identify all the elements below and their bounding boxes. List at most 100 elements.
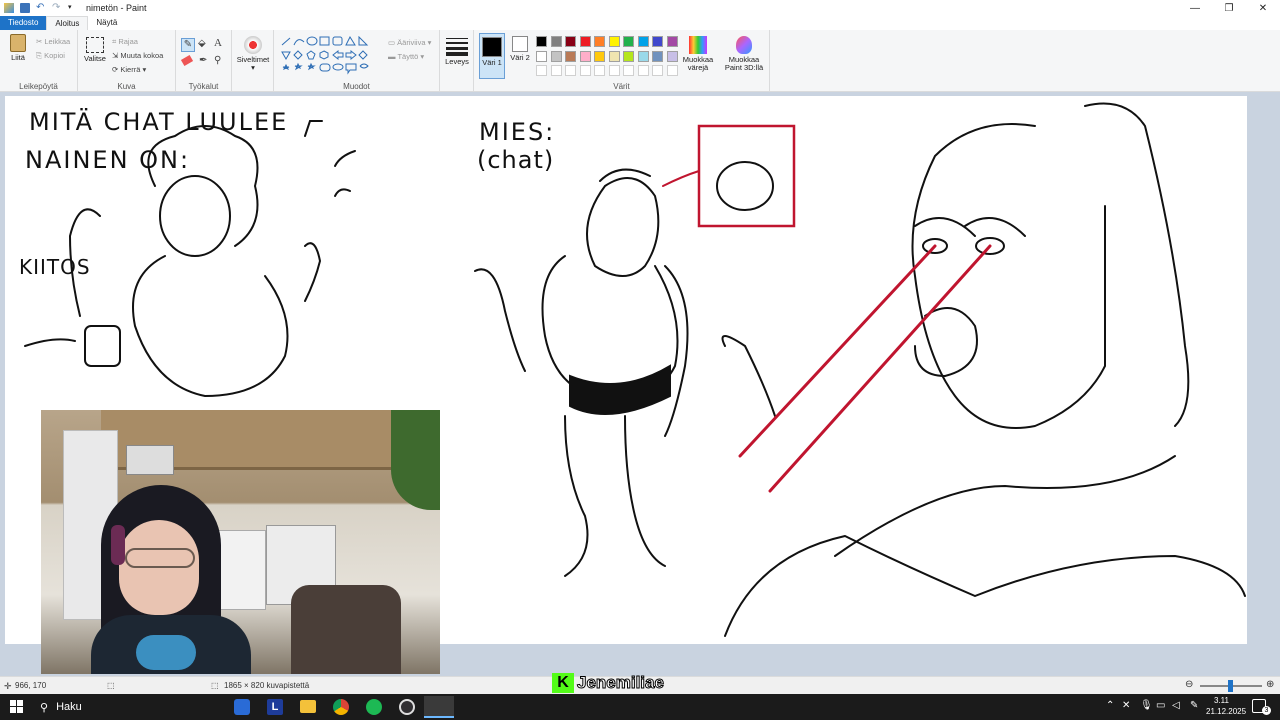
clipboard-icon bbox=[10, 34, 26, 52]
colors-group-label: Värit bbox=[613, 82, 630, 91]
fill-button[interactable]: ▬ Täyttö ▾ bbox=[388, 52, 424, 61]
taskbar: ⚲ Haku L ⌃ ✕ 🎙 ▭ ◁ ✎ 3.11 21.12.2025 3 bbox=[0, 694, 1280, 720]
taskbar-app-widget-icon[interactable] bbox=[234, 699, 250, 715]
zoom-in-button[interactable]: ⊕ bbox=[1266, 679, 1274, 690]
chair bbox=[291, 585, 401, 674]
color2-label: Väri 2 bbox=[510, 53, 530, 62]
color1-button[interactable]: Väri 1 bbox=[479, 33, 505, 79]
tray-pen-icon[interactable]: ✎ bbox=[1190, 700, 1198, 711]
palette-swatch[interactable] bbox=[652, 50, 663, 62]
image-group-label: Kuva bbox=[117, 82, 136, 91]
undo-icon[interactable]: ↶ bbox=[36, 3, 46, 13]
copy-label: Kopioi bbox=[44, 51, 65, 60]
minimize-button[interactable]: — bbox=[1178, 0, 1212, 16]
palette-swatch[interactable] bbox=[623, 36, 634, 47]
crop-button[interactable]: ⌗ Rajaa bbox=[112, 37, 138, 47]
palette-swatch-empty[interactable] bbox=[565, 65, 576, 76]
search-placeholder: Haku bbox=[56, 701, 82, 713]
tab-home[interactable]: Aloitus bbox=[46, 16, 89, 30]
fill-icon[interactable]: ⬙ bbox=[198, 38, 206, 49]
paste-button[interactable]: Liitä bbox=[6, 34, 30, 62]
tray-network-icon[interactable]: ✕ bbox=[1122, 700, 1130, 711]
palette-swatch[interactable] bbox=[594, 50, 605, 62]
rotate-button[interactable]: ⟳ Kierrä ▾ bbox=[112, 65, 146, 74]
palette-swatch[interactable] bbox=[666, 50, 678, 62]
redo-icon[interactable]: ↷ bbox=[52, 3, 62, 13]
tray-volume-icon[interactable]: ◁ bbox=[1172, 700, 1180, 711]
close-button[interactable]: ✕ bbox=[1246, 0, 1280, 16]
pencil-icon[interactable]: ✎ bbox=[181, 38, 195, 52]
tray-battery-icon[interactable]: ▭ bbox=[1156, 700, 1165, 711]
zoom-slider-thumb[interactable] bbox=[1228, 680, 1233, 692]
palette-swatch-empty[interactable] bbox=[608, 65, 620, 76]
laser-beam-left bbox=[738, 244, 937, 458]
tray-chevron-icon[interactable]: ⌃ bbox=[1106, 700, 1114, 711]
maximize-button[interactable]: ❐ bbox=[1212, 0, 1246, 16]
color2-button[interactable]: Väri 2 bbox=[508, 36, 532, 62]
palette-swatch-empty[interactable] bbox=[579, 65, 591, 76]
palette-swatch[interactable] bbox=[637, 50, 649, 62]
taskbar-chrome-icon[interactable] bbox=[333, 699, 349, 715]
tab-file[interactable]: Tiedosto bbox=[0, 16, 47, 30]
customize-dropdown-icon[interactable]: ▾ bbox=[68, 3, 78, 13]
headset-icon bbox=[111, 525, 125, 565]
magnifier-icon[interactable]: ⚲ bbox=[214, 55, 221, 66]
tools-group-label: Työkalut bbox=[188, 82, 219, 91]
tab-view[interactable]: Näytä bbox=[88, 16, 125, 30]
palette-swatch-empty[interactable] bbox=[536, 65, 547, 76]
palette-swatch[interactable] bbox=[565, 36, 576, 47]
palette-swatch-empty[interactable] bbox=[637, 65, 649, 76]
palette-swatch-empty[interactable] bbox=[594, 65, 605, 76]
paint3d-icon bbox=[736, 36, 752, 54]
edit-colors-button[interactable]: Muokkaa värejä bbox=[680, 36, 716, 72]
taskbar-paint-icon[interactable] bbox=[424, 696, 454, 718]
resize-button[interactable]: ⇲ Muuta kokoa bbox=[112, 51, 163, 60]
zoom-out-button[interactable]: ⊖ bbox=[1185, 679, 1193, 690]
taskbar-file-explorer-icon[interactable] bbox=[300, 700, 316, 713]
palette-swatch[interactable] bbox=[623, 50, 634, 62]
line-width-icon bbox=[446, 38, 468, 56]
clock-date[interactable]: 21.12.2025 bbox=[1206, 707, 1246, 716]
clock-time[interactable]: 3.11 bbox=[1214, 696, 1229, 705]
brushes-button[interactable]: Siveltimet ▾ bbox=[234, 36, 272, 72]
taskbar-spotify-icon[interactable] bbox=[366, 699, 382, 715]
outline-button[interactable]: ▭ Ääriviiva ▾ bbox=[388, 38, 431, 47]
select-button[interactable]: Valitse bbox=[83, 37, 107, 63]
taskbar-app-l-icon[interactable]: L bbox=[267, 699, 283, 715]
palette-swatch[interactable] bbox=[550, 50, 562, 62]
taskbar-search[interactable]: ⚲ Haku bbox=[32, 696, 224, 718]
palette-swatch[interactable] bbox=[536, 50, 547, 62]
color-picker-icon[interactable]: ✒ bbox=[199, 55, 207, 66]
palette-swatch-empty[interactable] bbox=[550, 65, 562, 76]
text-icon[interactable]: A bbox=[214, 37, 222, 49]
size-button[interactable]: Leveys bbox=[444, 38, 470, 66]
taskbar-obs-icon[interactable] bbox=[399, 699, 415, 715]
cut-button[interactable]: ✂ Leikkaa bbox=[36, 37, 70, 46]
palette-swatch-empty[interactable] bbox=[666, 65, 678, 76]
paint3d-button[interactable]: Muokkaa Paint 3D:llä bbox=[722, 36, 766, 72]
drawing-text-chat: (chat) bbox=[477, 146, 554, 174]
save-icon[interactable] bbox=[20, 3, 30, 13]
copy-button[interactable]: ⎘ Kopioi bbox=[36, 51, 65, 61]
palette-swatch[interactable] bbox=[565, 50, 576, 62]
tray-microphone-icon[interactable]: 🎙 bbox=[1140, 700, 1153, 711]
palette-swatch-empty[interactable] bbox=[623, 65, 634, 76]
palette-swatch[interactable] bbox=[550, 36, 562, 47]
palette-swatch[interactable] bbox=[594, 36, 605, 47]
start-button[interactable] bbox=[10, 700, 23, 713]
palette-swatch[interactable] bbox=[579, 50, 591, 62]
shapes-gallery[interactable] bbox=[280, 36, 384, 78]
thought-bubble-face bbox=[716, 161, 774, 211]
palette-swatch[interactable] bbox=[608, 36, 620, 47]
palette-swatch[interactable] bbox=[637, 36, 649, 47]
laser-beam-right bbox=[768, 244, 992, 493]
palette-swatch[interactable] bbox=[579, 36, 591, 47]
palette-swatch[interactable] bbox=[652, 36, 663, 47]
palette-swatch[interactable] bbox=[536, 36, 547, 47]
drawing-text-woman: NAINEN ON: bbox=[25, 146, 190, 174]
palette-swatch-empty[interactable] bbox=[652, 65, 663, 76]
palette-swatch[interactable] bbox=[608, 50, 620, 62]
eraser-icon[interactable] bbox=[180, 54, 194, 67]
palette-swatch[interactable] bbox=[666, 36, 678, 47]
image-size-icon: ⬚ bbox=[211, 681, 219, 690]
